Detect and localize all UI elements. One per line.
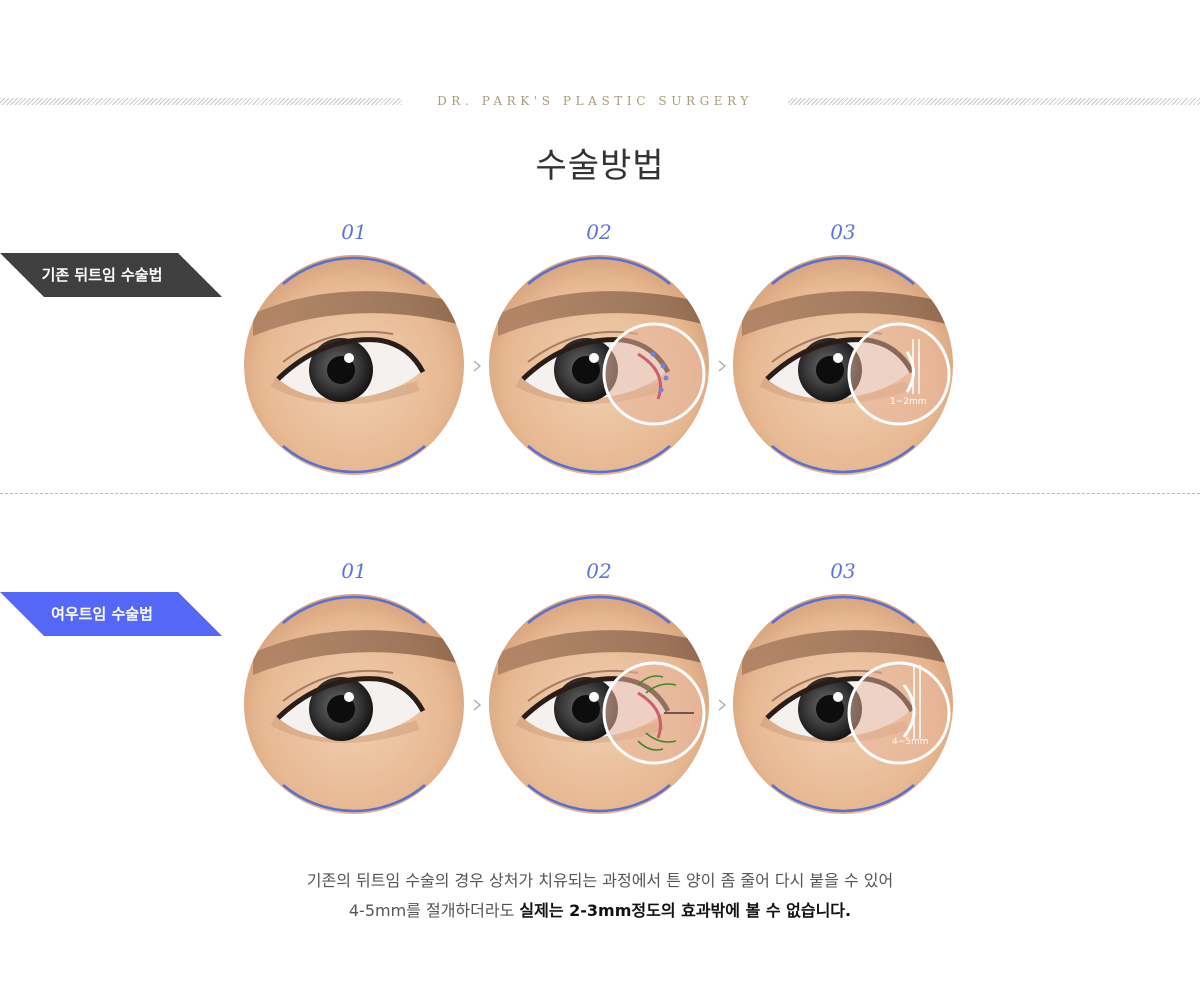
header-divider-left — [0, 98, 402, 105]
measurement-label: 4~5mm — [892, 737, 929, 747]
eye-illustration-step2 — [488, 593, 710, 815]
measurement-label: 1~2mm — [890, 397, 927, 407]
description-line-1: 기존의 뒤트임 수술의 경우 상처가 치유되는 과정에서 튼 양이 좀 줄어 다… — [306, 871, 894, 890]
step-number: 01 — [341, 559, 367, 583]
section-label-conventional: 기존 뒤트임 수술법 — [0, 253, 222, 297]
eye-illustration-step1 — [243, 254, 465, 476]
chevron-right-icon — [473, 360, 482, 372]
step-number: 02 — [586, 220, 612, 244]
step-number: 02 — [586, 559, 612, 583]
step-number: 03 — [830, 220, 856, 244]
header-divider-right — [788, 98, 1200, 105]
page-title: 수술방법 — [535, 146, 665, 186]
step-number: 03 — [830, 559, 856, 583]
eye-illustration-step1 — [243, 593, 465, 815]
step-number: 01 — [341, 220, 367, 244]
description-emphasis: 실제는 2-3mm정도의 효과밖에 볼 수 없습니다. — [519, 901, 852, 920]
eye-illustration-step2 — [488, 254, 710, 476]
description-normal: 4-5mm를 절개하더라도 — [348, 901, 520, 920]
description-line-2: 4-5mm를 절개하더라도 실제는 2-3mm정도의 효과밖에 볼 수 없습니다… — [0, 896, 1200, 926]
chevron-right-icon — [718, 699, 727, 711]
eye-illustration-step3: 4~5mm — [732, 593, 954, 815]
section-label-fox-eye: 여우트임 수술법 — [0, 592, 222, 636]
brand-text: DR. PARK'S PLASTIC SURGERY — [437, 94, 753, 108]
chevron-right-icon — [473, 699, 482, 711]
section-divider — [0, 493, 1200, 494]
description-text: 기존의 뒤트임 수술의 경우 상처가 치유되는 과정에서 튼 양이 좀 줄어 다… — [0, 866, 1200, 926]
chevron-right-icon — [718, 360, 727, 372]
eye-illustration-step3: 1~2mm — [732, 254, 954, 476]
